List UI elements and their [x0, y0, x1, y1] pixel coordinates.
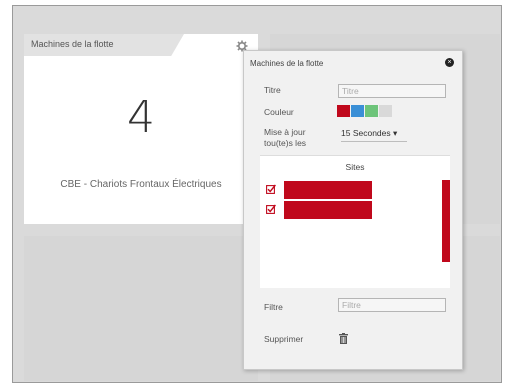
- trash-icon[interactable]: [339, 333, 348, 344]
- fleet-machines-widget: Machines de la flotte 4 CBE - Chariots F…: [24, 34, 258, 224]
- color-swatch-green[interactable]: [365, 105, 378, 117]
- couleur-label: Couleur: [264, 107, 294, 117]
- widget-title: Machines de la flotte: [31, 39, 114, 49]
- update-interval-select[interactable]: 15 Secondes ▾: [341, 128, 407, 142]
- update-interval-label-2: tou(te)s les: [264, 138, 307, 148]
- sites-header: Sites: [345, 162, 365, 172]
- dashboard-tile-bottom-left: [24, 236, 258, 381]
- close-icon[interactable]: ×: [445, 58, 454, 67]
- titre-input[interactable]: [338, 84, 446, 98]
- site-name-redacted: [284, 201, 372, 219]
- popup-title: Machines de la flotte: [250, 59, 324, 68]
- color-swatch-red[interactable]: [337, 105, 350, 117]
- list-item[interactable]: [266, 181, 434, 199]
- titre-label: Titre: [264, 85, 281, 95]
- filtre-input[interactable]: [338, 298, 446, 312]
- supprimer-label: Supprimer: [264, 334, 304, 344]
- sites-scrollbar[interactable]: [442, 180, 450, 262]
- filtre-label: Filtre: [264, 302, 283, 312]
- color-swatch-grey[interactable]: [379, 105, 392, 117]
- update-interval-label-1: Mise à jour: [264, 127, 306, 137]
- list-item[interactable]: [266, 201, 434, 219]
- widget-settings-popup: Machines de la flotte × Titre Couleur Mi…: [243, 50, 463, 370]
- site-name-redacted: [284, 181, 372, 199]
- sites-list: Sites: [260, 155, 450, 288]
- checkbox-checked-icon[interactable]: [266, 184, 276, 194]
- color-swatch-blue[interactable]: [351, 105, 364, 117]
- machine-count: 4: [127, 92, 155, 143]
- widget-caption: CBE - Chariots Frontaux Électriques: [60, 179, 222, 190]
- widget-header: Machines de la flotte: [24, 34, 258, 56]
- checkbox-checked-icon[interactable]: [266, 204, 276, 214]
